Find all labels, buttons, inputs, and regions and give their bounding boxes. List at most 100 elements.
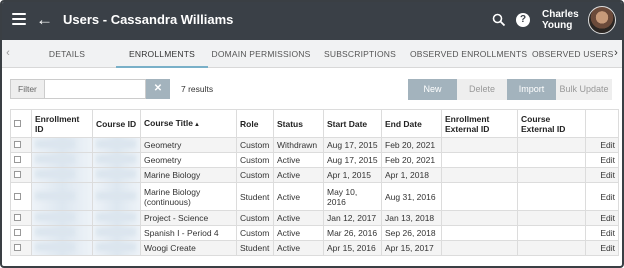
row-checkbox[interactable] xyxy=(14,244,21,251)
action-buttons: New Delete Import Bulk Update xyxy=(408,79,612,100)
course-title-cell: Geometry xyxy=(140,152,237,168)
enrollment-external-id-cell xyxy=(441,210,518,226)
select-all-header[interactable] xyxy=(10,109,32,138)
edit-link[interactable]: Edit xyxy=(585,240,619,256)
delete-button[interactable]: Delete xyxy=(457,79,507,100)
results-count: 7 results xyxy=(181,84,214,94)
edit-link[interactable]: Edit xyxy=(585,225,619,241)
filter-label: Filter xyxy=(10,79,44,99)
enrollment-id-cell xyxy=(31,137,93,153)
column-header-role[interactable]: Role xyxy=(236,109,274,138)
end-date-cell: Feb 20, 2021 xyxy=(381,137,442,153)
status-cell: Active xyxy=(273,210,324,226)
back-arrow-icon[interactable]: ← xyxy=(36,10,53,30)
tab-observed-enrollments[interactable]: OBSERVED ENROLLMENTS xyxy=(410,40,527,68)
column-header-course-id[interactable]: Course ID xyxy=(92,109,141,138)
course-id-cell xyxy=(92,152,141,168)
course-external-id-cell xyxy=(517,137,586,153)
table-row[interactable]: Marine Biology (continuous) Student Acti… xyxy=(10,182,619,211)
tab-subscriptions[interactable]: SUBSCRIPTIONS xyxy=(320,40,400,68)
table-row[interactable]: Geometry Custom Withdrawn Aug 17, 2015 F… xyxy=(10,137,619,153)
column-header-enrollment-external-id[interactable]: Enrollment External ID xyxy=(441,109,518,138)
column-header-course-external-id[interactable]: Course External ID xyxy=(517,109,586,138)
app-window: ← Users - Cassandra Williams ? Charles Y… xyxy=(0,0,624,268)
edit-link[interactable]: Edit xyxy=(585,182,619,211)
enrollment-id-cell xyxy=(31,210,93,226)
column-header-status[interactable]: Status xyxy=(273,109,324,138)
role-cell: Custom xyxy=(236,137,274,153)
tab-observed-users[interactable]: OBSERVED USERS xyxy=(532,40,613,68)
edit-link[interactable]: Edit xyxy=(585,210,619,226)
course-id-cell xyxy=(92,182,141,211)
tab-bar: ‹ DETAILS ENROLLMENTS DOMAIN PERMISSIONS… xyxy=(2,40,622,68)
table-header-row: Enrollment ID Course ID Course Title▲ Ro… xyxy=(10,109,619,138)
row-checkbox[interactable] xyxy=(14,171,21,178)
table-row[interactable]: Spanish I - Period 4 Custom Active Mar 2… xyxy=(10,225,619,241)
course-id-cell xyxy=(92,225,141,241)
edit-link[interactable]: Edit xyxy=(585,137,619,153)
tab-details[interactable]: DETAILS xyxy=(32,40,102,68)
enrollment-external-id-cell xyxy=(441,137,518,153)
course-external-id-cell xyxy=(517,240,586,256)
role-cell: Student xyxy=(236,240,274,256)
enrollment-external-id-cell xyxy=(441,152,518,168)
column-header-course-title[interactable]: Course Title▲ xyxy=(140,109,237,138)
hamburger-menu-icon[interactable] xyxy=(12,13,26,27)
row-checkbox[interactable] xyxy=(14,156,21,163)
course-external-id-cell xyxy=(517,225,586,241)
enrollment-external-id-cell xyxy=(441,167,518,183)
role-cell: Custom xyxy=(236,152,274,168)
end-date-cell: Apr 1, 2018 xyxy=(381,167,442,183)
row-checkbox[interactable] xyxy=(14,229,21,236)
page-title: Users - Cassandra Williams xyxy=(63,12,234,27)
column-header-end-date[interactable]: End Date xyxy=(381,109,442,138)
user-name[interactable]: Charles Young xyxy=(542,9,586,31)
enrollment-id-cell xyxy=(31,152,93,168)
course-title-cell: Geometry xyxy=(140,137,237,153)
edit-link[interactable]: Edit xyxy=(585,152,619,168)
bulk-update-button[interactable]: Bulk Update xyxy=(556,79,612,100)
start-date-cell: Mar 26, 2016 xyxy=(323,225,382,241)
table-row[interactable]: Marine Biology Custom Active Apr 1, 2015… xyxy=(10,167,619,183)
status-cell: Active xyxy=(273,167,324,183)
role-cell: Student xyxy=(236,182,274,211)
help-icon[interactable]: ? xyxy=(516,13,530,27)
course-id-cell xyxy=(92,167,141,183)
table-row[interactable]: Woogi Create Student Active Apr 15, 2016… xyxy=(10,240,619,256)
column-header-enrollment-id[interactable]: Enrollment ID xyxy=(31,109,93,138)
row-checkbox[interactable] xyxy=(14,214,21,221)
end-date-cell: Feb 20, 2021 xyxy=(381,152,442,168)
clear-filter-button[interactable]: ✕ xyxy=(146,79,170,99)
course-external-id-cell xyxy=(517,182,586,211)
row-checkbox[interactable] xyxy=(14,192,21,200)
course-external-id-cell xyxy=(517,210,586,226)
enrollments-table: Enrollment ID Course ID Course Title▲ Ro… xyxy=(10,109,619,256)
tabs-scroll-left-icon[interactable]: ‹ xyxy=(2,40,14,68)
edit-link[interactable]: Edit xyxy=(585,167,619,183)
import-button[interactable]: Import xyxy=(507,79,556,100)
status-cell: Active xyxy=(273,182,324,211)
start-date-cell: Aug 17, 2015 xyxy=(323,137,382,153)
table-row[interactable]: Geometry Custom Active Aug 17, 2015 Feb … xyxy=(10,152,619,168)
tab-enrollments[interactable]: ENROLLMENTS xyxy=(116,40,208,68)
table-row[interactable]: Project - Science Custom Active Jan 12, … xyxy=(10,210,619,226)
enrollment-external-id-cell xyxy=(441,225,518,241)
course-external-id-cell xyxy=(517,152,586,168)
avatar[interactable] xyxy=(588,6,616,34)
search-icon[interactable] xyxy=(492,13,506,27)
end-date-cell: Apr 15, 2017 xyxy=(381,240,442,256)
tab-domain-permissions[interactable]: DOMAIN PERMISSIONS xyxy=(208,40,314,68)
new-button[interactable]: New xyxy=(408,79,457,100)
column-header-start-date[interactable]: Start Date xyxy=(323,109,382,138)
filter-input[interactable] xyxy=(44,79,146,99)
end-date-cell: Sep 26, 2018 xyxy=(381,225,442,241)
course-id-cell xyxy=(92,210,141,226)
course-title-cell: Project - Science xyxy=(140,210,237,226)
start-date-cell: Apr 15, 2016 xyxy=(323,240,382,256)
row-checkbox[interactable] xyxy=(14,141,21,148)
tabs-scroll-right-icon[interactable]: › xyxy=(610,40,622,68)
select-all-checkbox[interactable] xyxy=(14,119,21,127)
start-date-cell: Aug 17, 2015 xyxy=(323,152,382,168)
status-cell: Active xyxy=(273,225,324,241)
status-cell: Active xyxy=(273,240,324,256)
